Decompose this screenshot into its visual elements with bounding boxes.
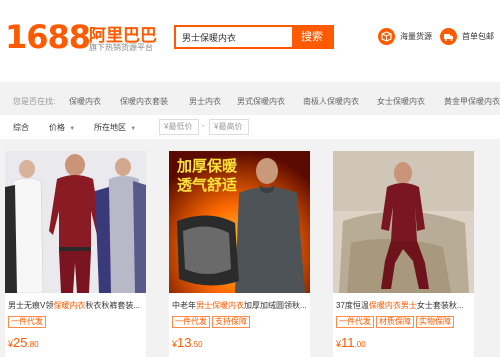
mass-supply-label: 海量货源 (400, 32, 432, 41)
product-card[interactable]: 男士无痕V领保暖内衣秋衣秋裤套装... 一件代发 ¥25.80 (5, 151, 146, 357)
price-max-input[interactable]: ¥最高价 (209, 119, 249, 135)
search-box: 搜索 (174, 25, 334, 49)
tag-dropship: 一件代发 (336, 316, 374, 328)
tag-material: 材质保障 (376, 316, 414, 328)
tag-dropship: 一件代发 (172, 316, 210, 328)
product-title[interactable]: 37度恒温保暖内衣男士女士套装秋... (336, 300, 474, 311)
mass-supply-link[interactable]: 海量货源 (378, 28, 432, 45)
tag-guarantee: 支持保障 (212, 316, 250, 328)
product-image[interactable]: 加厚保暖 透气舒适 (169, 151, 310, 293)
logo-number[interactable]: 1688 (5, 18, 91, 56)
product-title[interactable]: 男士无痕V领保暖内衣秋衣秋裤套装... (8, 300, 146, 311)
site-header: 1688 阿里巴巴 旗下热销货源平台 搜索 海量货源 首单包邮 (0, 0, 500, 82)
image-caption-1: 加厚保暖 (177, 157, 238, 175)
product-tags: 一件代发 (8, 316, 46, 328)
image-caption-2: 透气舒适 (177, 176, 238, 194)
product-tags: 一件代发 支持保障 (172, 316, 250, 328)
tag-dropship: 一件代发 (8, 316, 46, 328)
suggestion-item[interactable]: 男式保暖内衣 (237, 96, 285, 107)
sort-price[interactable]: 价格 ▼ (49, 122, 75, 133)
filter-region-label: 所在地区 (94, 123, 126, 132)
suggestion-item[interactable]: 保暖内衣套装 (120, 96, 168, 107)
logo-subtitle: 旗下热销货源平台 (89, 43, 153, 52)
suggestion-item[interactable]: 保暖内衣 (69, 96, 101, 107)
free-shipping-label: 首单包邮 (462, 32, 494, 41)
search-suggestions: 您是否在找: 保暖内衣 保暖内衣套装 男士内衣 男式保暖内衣 南极人保暖内衣 女… (0, 92, 500, 110)
product-title[interactable]: 中老年男士保暖内衣加厚加绒圆领秋... (172, 300, 310, 311)
suggestions-lead: 您是否在找: (13, 97, 56, 106)
sort-default[interactable]: 综合 (13, 122, 29, 133)
product-card[interactable]: 加厚保暖 透气舒适 中老年男士保暖内衣加厚加绒圆领秋... 一件代发 支持保障 … (169, 151, 310, 357)
product-card[interactable]: 37度恒温保暖内衣男士女士套装秋... 一件代发 材质保障 实物保障 ¥11.0… (333, 151, 474, 357)
product-image[interactable] (333, 151, 474, 293)
search-input[interactable] (176, 27, 294, 47)
product-image[interactable] (5, 151, 146, 293)
free-shipping-link[interactable]: 首单包邮 (440, 28, 494, 45)
box-icon (378, 28, 395, 45)
product-price: ¥25.80 (8, 335, 39, 350)
filter-region[interactable]: 所在地区 ▼ (94, 122, 136, 133)
tag-real-goods: 实物保障 (416, 316, 454, 328)
suggestion-item[interactable]: 男士内衣 (189, 96, 221, 107)
suggestion-item[interactable]: 南极人保暖内衣 (303, 96, 359, 107)
chevron-down-icon: ▼ (130, 126, 137, 132)
product-price: ¥11.00 (336, 335, 366, 350)
chevron-down-icon: ▼ (69, 126, 76, 132)
suggestion-item[interactable]: 女士保暖内衣 (377, 96, 425, 107)
price-min-input[interactable]: ¥最低价 (159, 119, 199, 135)
sort-price-label: 价格 (49, 123, 65, 132)
suggestion-item[interactable]: 黄金甲保暖内衣 (444, 96, 500, 107)
price-range-dash: - (202, 121, 205, 130)
filter-bar: 综合 价格 ▼ 所在地区 ▼ ¥最低价 - ¥最高价 (0, 115, 500, 139)
product-tags: 一件代发 材质保障 实物保障 (336, 316, 454, 328)
truck-icon (440, 28, 457, 45)
product-price: ¥13.50 (172, 335, 203, 350)
search-button[interactable]: 搜索 (292, 27, 332, 47)
